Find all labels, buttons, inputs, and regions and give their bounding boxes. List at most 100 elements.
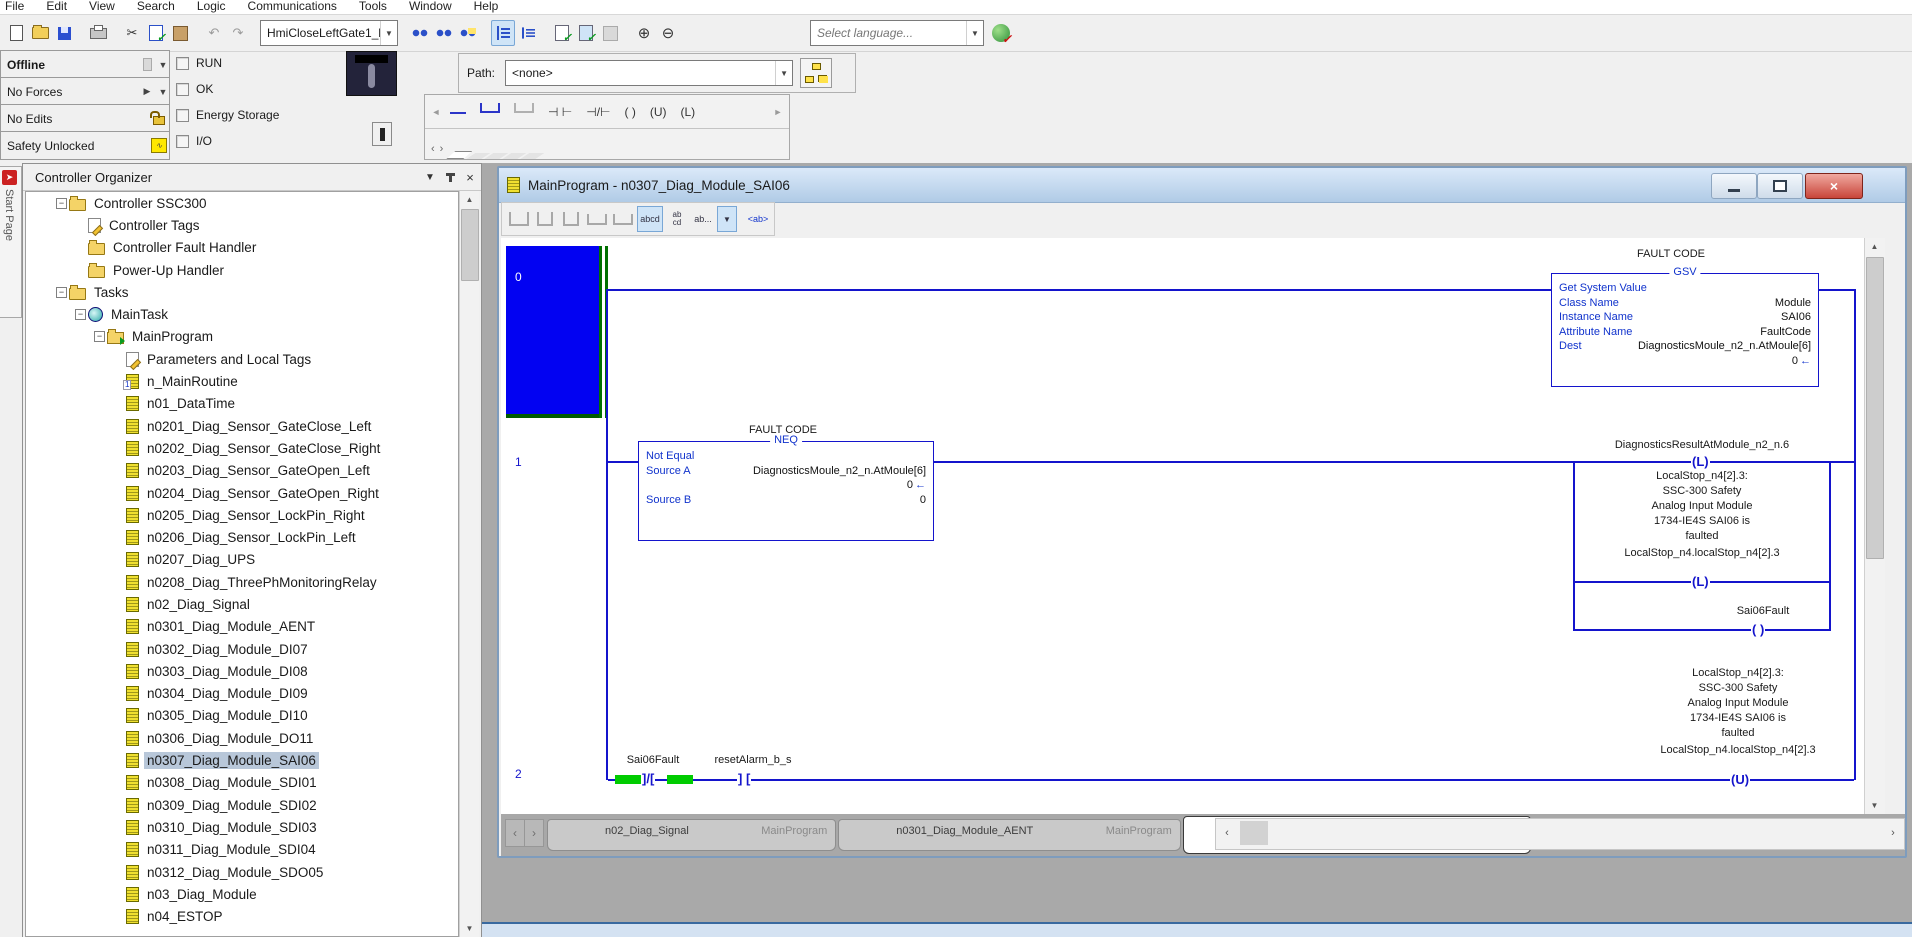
latch-coil-icon[interactable]: (L) — [1691, 574, 1710, 589]
tag-description[interactable]: LocalStop_n4[2].3: SSC-300 Safety Analog… — [1595, 469, 1809, 544]
tree-item[interactable]: − n0311_Diag_Module_SDI04 — [26, 839, 458, 861]
palette-scroll-left[interactable]: ◄ — [429, 107, 443, 117]
who-active-button[interactable] — [800, 58, 832, 88]
scroll-up-icon[interactable]: ▲ — [460, 191, 479, 208]
expander-icon[interactable]: − — [94, 331, 106, 342]
open-button[interactable] — [29, 21, 51, 45]
otu-instruction-icon[interactable]: (U) — [650, 105, 667, 119]
language-combo[interactable]: Select language... ▼ — [810, 20, 984, 46]
ladder-vertical-scrollbar[interactable]: ▲ ▼ — [1864, 238, 1885, 814]
tree-item[interactable]: − n_MainRoutine — [26, 370, 458, 392]
scrollbar-thumb[interactable] — [461, 209, 479, 281]
toggle-tag-description-button[interactable]: abcd — [637, 206, 663, 232]
print-button[interactable] — [87, 21, 109, 45]
tree-item[interactable]: − n0205_Diag_Sensor_LockPin_Right — [26, 504, 458, 526]
chevron-down-icon[interactable]: ▼ — [775, 61, 792, 85]
tree-item[interactable]: − n0312_Diag_Module_SDO05 — [26, 861, 458, 883]
coil-tag[interactable]: LocalStop_n4.localStop_n4[2].3 — [1613, 744, 1863, 756]
cut-button[interactable]: ✂ — [121, 21, 143, 45]
neq-source-a[interactable]: DiagnosticsMoule_n2_n.AtMoule[6] — [753, 464, 926, 479]
no-contact-icon[interactable]: ] [ — [737, 771, 751, 786]
path-combo[interactable]: <none> ▼ — [505, 60, 793, 86]
verify-controller-button[interactable] — [575, 21, 597, 45]
toolbar-dock-toggle[interactable] — [372, 122, 392, 146]
routine-tab[interactable]: n0301_Diag_Module_AENT MainProgram — [838, 819, 1180, 851]
palette-scroll-right[interactable]: ► — [771, 107, 785, 117]
tree-item[interactable]: − Controller SSC300 — [26, 192, 458, 214]
tag-combo[interactable]: HmiCloseLeftGate1_b_s ▼ — [260, 20, 398, 46]
chevron-down-icon[interactable]: ▼ — [157, 60, 169, 70]
tree-item[interactable]: − n0201_Diag_Sensor_GateClose_Left — [26, 415, 458, 437]
menu-item[interactable]: Logic — [197, 0, 226, 13]
find-in-routine-button[interactable] — [457, 21, 479, 45]
tree-item[interactable]: − n0309_Diag_Module_SDI02 — [26, 794, 458, 816]
minimize-button[interactable] — [1711, 173, 1757, 199]
tree-item[interactable]: − n02_Diag_Signal — [26, 593, 458, 615]
tree-item[interactable]: − n0301_Diag_Module_AENT — [26, 616, 458, 638]
abbreviate-button[interactable]: ab... — [691, 207, 715, 231]
verify-routine-button[interactable] — [551, 21, 573, 45]
xic-instruction-icon[interactable]: ⊣ ⊢ — [548, 105, 572, 119]
find-next-button[interactable] — [433, 21, 455, 45]
edits-status[interactable]: No Edits — [0, 104, 170, 133]
language-config-button[interactable] — [990, 21, 1012, 45]
menu-item[interactable]: Edit — [46, 0, 67, 13]
expander-icon[interactable]: − — [56, 198, 68, 209]
new-button[interactable] — [5, 21, 27, 45]
find-prev-button[interactable] — [409, 21, 431, 45]
unlatch-coil-icon[interactable]: (U) — [1730, 772, 1750, 787]
rung-1-number[interactable]: 1 — [515, 455, 522, 469]
tree-item[interactable]: − n0307_Diag_Module_SAI06 — [26, 749, 458, 771]
tree-item[interactable]: − n0202_Diag_Sensor_GateClose_Right — [26, 437, 458, 459]
neq-source-b[interactable]: 0 — [920, 493, 926, 508]
tree-item[interactable]: − Power-Up Handler — [26, 259, 458, 281]
copy-button[interactable] — [145, 21, 167, 45]
gsv-value[interactable]: FaultCode — [1760, 325, 1811, 340]
close-button[interactable]: × — [1805, 173, 1863, 199]
tree-item[interactable]: − Tasks — [26, 281, 458, 303]
tree-item[interactable]: − n0306_Diag_Module_DO11 — [26, 727, 458, 749]
expander-icon[interactable]: − — [56, 287, 68, 298]
tree-item[interactable]: − n03_Diag_Module — [26, 883, 458, 905]
tree-item[interactable]: − n01_DataTime — [26, 393, 458, 415]
scroll-down-icon[interactable]: ▼ — [460, 920, 479, 937]
tabs-prev-icon[interactable]: ‹ — [505, 819, 525, 847]
contact-tag[interactable]: resetAlarm_b_s — [698, 754, 808, 766]
gsv-dest-value[interactable]: DiagnosticsMoule_n2_n.AtMoule[6] — [1638, 339, 1811, 354]
rung-0-comment[interactable]: FAULT CODE — [1571, 247, 1771, 262]
scroll-down-icon[interactable]: ▼ — [1865, 797, 1884, 814]
tabs-next-icon[interactable]: › — [524, 819, 544, 847]
tree-item[interactable]: − n0206_Diag_Sensor_LockPin_Left — [26, 526, 458, 548]
toggle-wrap-button[interactable]: ab cd — [665, 207, 689, 231]
tab-start-page[interactable]: ➤ Start Page — [0, 166, 22, 318]
palette-tabs-prev[interactable]: ‹ — [431, 143, 435, 155]
zoom-in-button[interactable]: ⊕ — [633, 21, 655, 45]
output-coil-icon[interactable]: ( ) — [1751, 622, 1765, 637]
editor-title-bar[interactable]: MainProgram - n0307_Diag_Module_SAI06 — [499, 168, 1905, 203]
mode-status[interactable]: Offline ▼ — [0, 50, 170, 79]
scroll-up-icon[interactable]: ▲ — [1865, 238, 1884, 255]
latch-coil-icon[interactable]: (L) — [1691, 454, 1710, 469]
palette-tabs-next[interactable]: › — [440, 143, 444, 155]
chevron-down-icon[interactable]: ▼ — [157, 87, 169, 97]
redo-button[interactable]: ↷ — [227, 21, 249, 45]
tree-item[interactable]: − n0302_Diag_Module_DI07 — [26, 638, 458, 660]
chevron-down-icon[interactable]: ▼ — [717, 206, 737, 232]
gsv-value[interactable]: Module — [1775, 296, 1811, 311]
tree-item[interactable]: − n0305_Diag_Module_DI10 — [26, 705, 458, 727]
ote-instruction-icon[interactable]: ( ) — [625, 105, 636, 119]
menu-item[interactable]: Window — [409, 0, 452, 13]
tree-item[interactable]: − Controller Fault Handler — [26, 237, 458, 259]
rung-0-number[interactable]: 0 — [515, 270, 522, 284]
scroll-left-icon[interactable]: ‹ — [1217, 820, 1237, 846]
tree-item[interactable]: − n0308_Diag_Module_SDI01 — [26, 772, 458, 794]
tree-item[interactable]: − n0207_Diag_UPS — [26, 549, 458, 571]
scroll-right-icon[interactable]: › — [1883, 820, 1903, 846]
menu-item[interactable]: File — [5, 0, 24, 13]
coil-tag[interactable]: LocalStop_n4.localStop_n4[2].3 — [1575, 547, 1829, 559]
menu-item[interactable]: Search — [137, 0, 175, 13]
menu-item[interactable]: Tools — [359, 0, 387, 13]
xio-instruction-icon[interactable]: ⊣/⊢ — [586, 105, 610, 119]
tree-item[interactable]: − n0303_Diag_Module_DI08 — [26, 660, 458, 682]
tree-item[interactable]: − n0208_Diag_ThreePhMonitoringRelay — [26, 571, 458, 593]
